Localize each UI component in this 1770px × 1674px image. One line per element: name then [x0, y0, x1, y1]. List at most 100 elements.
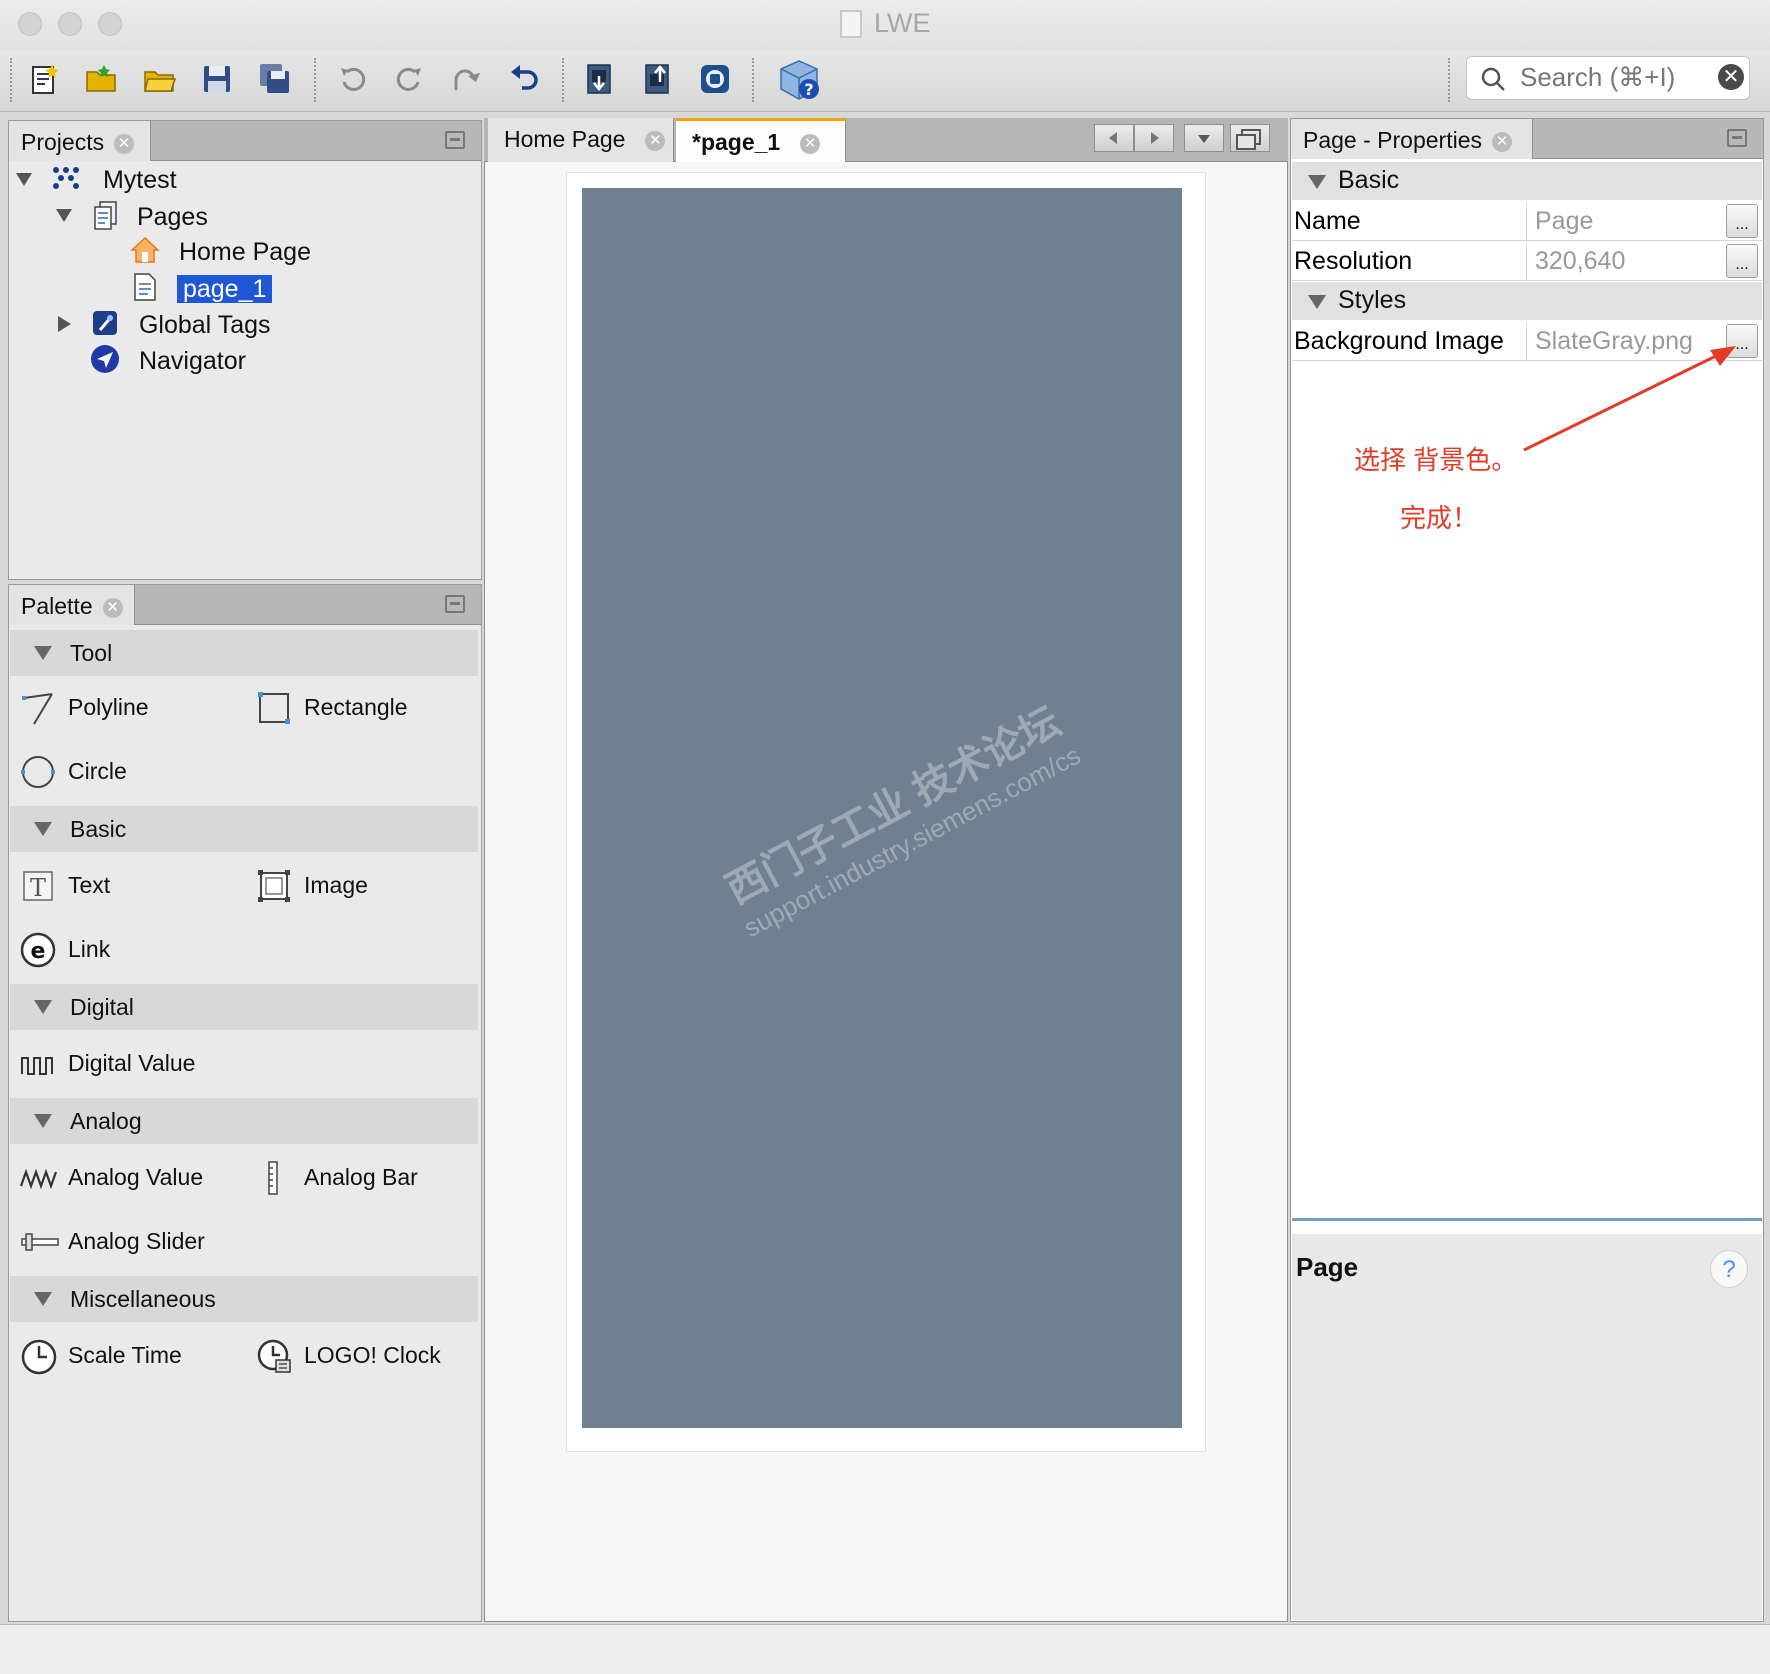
minimize-panel-icon[interactable]	[445, 595, 465, 613]
svg-text:e: e	[31, 939, 46, 964]
tab-page-properties[interactable]: Page - Properties ✕	[1291, 119, 1533, 159]
minimize-panel-icon[interactable]	[1727, 129, 1747, 147]
circle-icon	[20, 754, 56, 790]
close-icon[interactable]: ✕	[114, 134, 135, 154]
tree-label-navigator: Navigator	[138, 347, 246, 375]
minimize-window-button[interactable]	[58, 12, 82, 36]
help-icon[interactable]: ?	[774, 54, 824, 104]
property-value-resolution[interactable]: 320,640	[1526, 242, 1726, 280]
close-icon[interactable]: ✕	[1491, 132, 1512, 152]
new-project-icon[interactable]	[24, 58, 66, 100]
description-title: Page	[1296, 1252, 1359, 1282]
tab-page-1[interactable]: *page_1 ✕	[676, 118, 846, 162]
toolbar-separator	[314, 58, 316, 102]
annotation-text-line-2: 完成！	[1400, 503, 1479, 533]
download-icon[interactable]	[578, 58, 620, 100]
palette-section-basic[interactable]: Basic	[10, 806, 478, 852]
name-ellipsis-button[interactable]: ...	[1726, 204, 1758, 238]
item-label: Analog Bar	[304, 1164, 418, 1190]
expand-arrow-icon	[34, 646, 52, 660]
toolbar-separator	[752, 58, 754, 102]
close-icon[interactable]: ✕	[800, 134, 821, 154]
property-description-area	[1292, 1234, 1762, 1620]
property-section-styles[interactable]: Styles	[1292, 282, 1762, 320]
palette-panel-header: Palette ✕	[9, 585, 481, 625]
tree-label-home-page: Home Page	[178, 238, 311, 266]
window-title: LWE	[874, 8, 931, 38]
tree-node-global-tags[interactable]: Global Tags	[90, 308, 271, 340]
scroll-tabs-left-button[interactable]	[1094, 124, 1134, 152]
annotation-text-line-1: 选择 背景色。	[1354, 445, 1518, 475]
property-row-resolution: Resolution 320,640 ...	[1292, 242, 1762, 281]
tab-home-page[interactable]: Home Page ✕	[488, 118, 674, 162]
tab-label: *page_1	[692, 129, 781, 155]
palette-section-digital[interactable]: Digital	[10, 984, 478, 1030]
logo-clock-icon	[256, 1338, 292, 1374]
revert-icon[interactable]	[504, 58, 546, 100]
scroll-tabs-right-button[interactable]	[1134, 124, 1174, 152]
help-circle-icon[interactable]: ?	[1710, 1250, 1748, 1288]
tab-projects[interactable]: Projects ✕	[9, 121, 151, 161]
minimize-panel-icon[interactable]	[445, 131, 465, 149]
item-label: Analog Slider	[68, 1228, 205, 1254]
expand-arrow-icon[interactable]	[16, 173, 32, 186]
tree-label-mytest: Mytest	[102, 166, 177, 194]
property-row-name: Name Page ...	[1292, 202, 1762, 241]
editor-tab-strip: Home Page ✕ *page_1 ✕	[484, 118, 1288, 162]
undo-icon[interactable]	[332, 58, 374, 100]
save-icon[interactable]	[196, 58, 238, 100]
tree-label-page-1: page_1	[176, 275, 273, 303]
image-icon	[256, 868, 292, 904]
resolution-ellipsis-button[interactable]: ...	[1726, 244, 1758, 278]
projects-tab-label: Projects	[21, 129, 105, 155]
section-label: Analog	[70, 1108, 142, 1134]
tab-list-dropdown[interactable]	[1184, 124, 1224, 152]
redo-alt-icon[interactable]	[446, 58, 488, 100]
expand-arrow-icon[interactable]	[56, 209, 72, 222]
property-key: Name	[1294, 207, 1361, 235]
splitter[interactable]	[1292, 1218, 1762, 1221]
close-icon[interactable]: ✕	[102, 598, 123, 618]
tab-palette[interactable]: Palette ✕	[9, 585, 135, 625]
collapsed-arrow-icon[interactable]	[58, 316, 71, 332]
property-key: Resolution	[1294, 247, 1413, 275]
property-section-basic[interactable]: Basic	[1292, 162, 1762, 200]
property-sheet: Basic Name Page ... Resolution 320,640 .…	[1292, 162, 1762, 1216]
navigator-icon	[90, 344, 120, 374]
tree-node-navigator[interactable]: Navigator	[90, 344, 246, 376]
section-label: Digital	[70, 994, 134, 1020]
clock-icon	[20, 1338, 57, 1375]
tree-node-pages[interactable]: Pages	[92, 200, 208, 232]
expand-arrow-icon	[34, 1000, 52, 1014]
close-window-button[interactable]	[18, 12, 42, 36]
page-icon	[130, 272, 160, 302]
new-folder-icon[interactable]	[80, 58, 122, 100]
analog-signal-icon	[19, 1160, 58, 1196]
simulate-icon[interactable]	[694, 58, 736, 100]
expand-arrow-icon	[1308, 175, 1326, 189]
palette-section-miscellaneous[interactable]: Miscellaneous	[10, 1276, 478, 1322]
tree-node-mytest[interactable]: Mytest	[50, 164, 177, 196]
expand-arrow-icon	[34, 1292, 52, 1306]
digital-signal-icon	[20, 1046, 56, 1082]
restore-window-button[interactable]	[1230, 124, 1270, 152]
zoom-window-button[interactable]	[98, 12, 122, 36]
palette-section-analog[interactable]: Analog	[10, 1098, 478, 1144]
item-label: Rectangle	[304, 694, 408, 720]
open-folder-icon[interactable]	[138, 58, 180, 100]
text-icon: T	[20, 868, 56, 904]
tree-node-home-page[interactable]: Home Page	[130, 236, 311, 268]
item-label: Analog Value	[68, 1164, 204, 1190]
upload-icon[interactable]	[636, 58, 678, 100]
save-all-icon[interactable]	[254, 58, 296, 100]
slider-icon	[20, 1224, 59, 1260]
property-value-name[interactable]: Page	[1526, 202, 1726, 240]
tree-node-page-1[interactable]: page_1	[130, 272, 273, 304]
close-icon[interactable]: ✕	[645, 131, 666, 151]
search-placeholder: Search (⌘+I)	[1520, 62, 1676, 92]
item-label: Link	[68, 936, 111, 962]
search-clear-icon[interactable]: ✕	[1718, 64, 1744, 90]
toolbar-separator	[562, 58, 564, 102]
palette-section-tool[interactable]: Tool	[10, 630, 478, 676]
redo-icon[interactable]	[388, 58, 430, 100]
